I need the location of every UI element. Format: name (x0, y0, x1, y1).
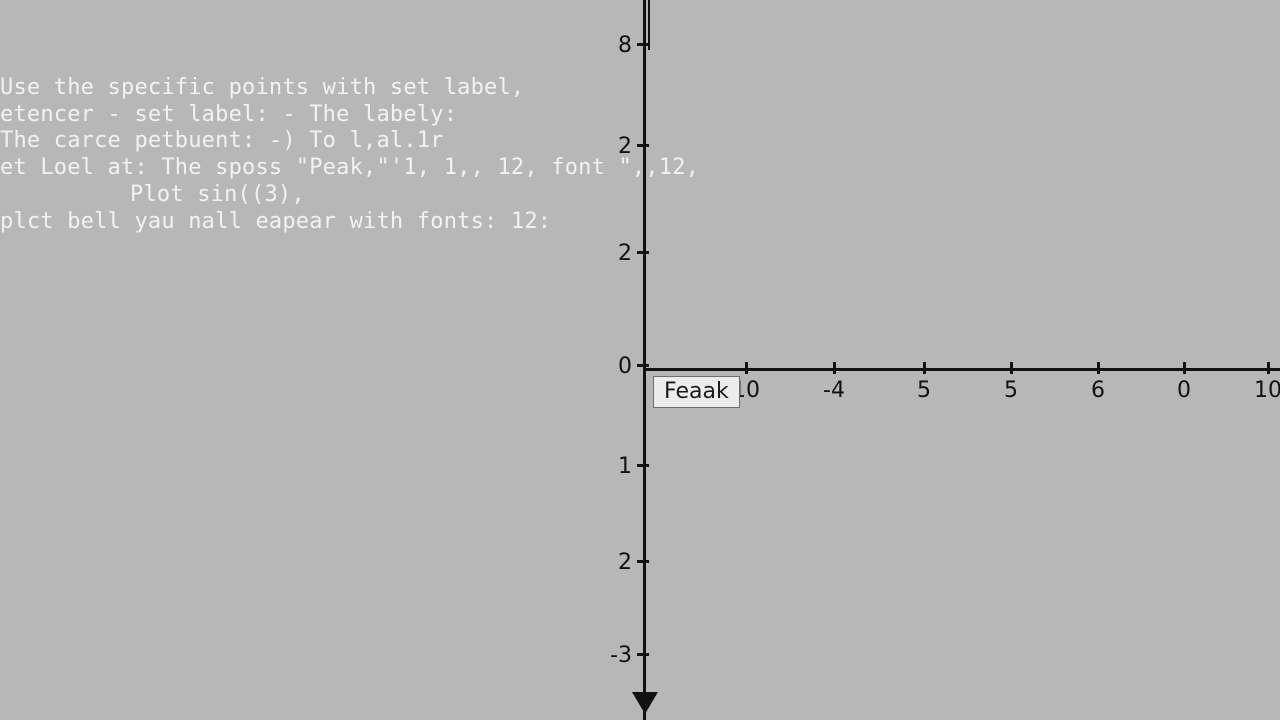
y-tick-label: 2 (592, 134, 632, 159)
x-tick-label: 10 (1254, 378, 1280, 403)
y-tick-label: 0 (592, 354, 632, 379)
x-tick-label: 0 (1177, 378, 1191, 403)
y-tick-label: 2 (592, 550, 632, 575)
x-tick-label: -4 (823, 378, 845, 403)
y-tick (637, 364, 649, 367)
y-tick-label: 8 (592, 33, 632, 58)
peak-annotation: Feaak (653, 376, 740, 408)
y-tick-label: -3 (592, 643, 632, 668)
x-tick (1267, 362, 1270, 374)
x-tick (745, 362, 748, 374)
y-tick-label: 2 (592, 241, 632, 266)
y-tick-label: 1 (592, 454, 632, 479)
x-tick-label: 6 (1091, 378, 1105, 403)
y-tick (637, 43, 649, 46)
x-tick (1010, 362, 1013, 374)
y-axis (643, 0, 646, 720)
x-tick (923, 362, 926, 374)
x-tick-label: 5 (917, 378, 931, 403)
y-tick (637, 653, 649, 656)
x-tick-label: 5 (1004, 378, 1018, 403)
x-tick (833, 362, 836, 374)
plot-area: 822012-3 10-4556010 Feaak (0, 0, 1280, 720)
y-tick (637, 560, 649, 563)
y-tick (637, 464, 649, 467)
x-tick (1097, 362, 1100, 374)
y-tick (637, 251, 649, 254)
arrow-down-icon (632, 692, 658, 714)
x-tick (1183, 362, 1186, 374)
y-tick (637, 144, 649, 147)
